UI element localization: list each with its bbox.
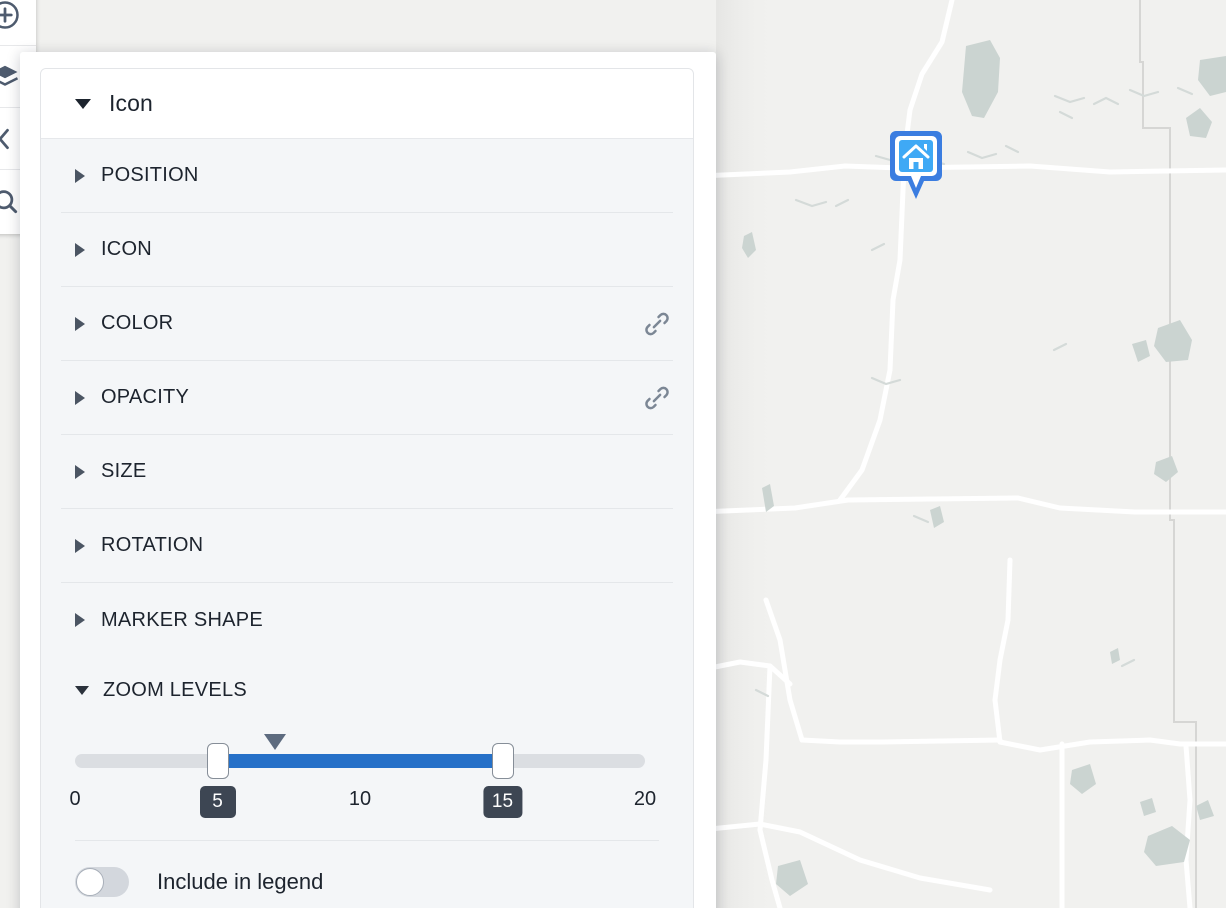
slider-value-max: 15 xyxy=(482,786,523,818)
slider-handle-max[interactable] xyxy=(491,743,514,779)
slider-handle-min[interactable] xyxy=(206,743,229,779)
chain-link-icon xyxy=(645,312,669,335)
map-editor-screen: Icon POSITION ICON COLOR OPACITY SIZE RO… xyxy=(0,0,1226,908)
zoom-levels-section: ZOOM LEVELS 5 15 0 10 20 xyxy=(61,657,673,841)
section-label: POSITION xyxy=(101,164,199,186)
caret-right-icon xyxy=(75,390,85,405)
icon-section-header[interactable]: Icon xyxy=(41,69,693,139)
axis-tick-label: 20 xyxy=(633,788,657,810)
include-in-legend-label: Include in legend xyxy=(157,869,324,894)
style-section-list: POSITION ICON COLOR OPACITY SIZE ROTATIO… xyxy=(41,139,693,897)
include-in-legend-toggle[interactable] xyxy=(75,867,129,897)
sidebar-item-icon[interactable]: ICON xyxy=(61,213,673,287)
page-title: Icon xyxy=(109,90,153,116)
sidebar-item-marker-shape[interactable]: MARKER SHAPE xyxy=(61,583,673,657)
caret-right-icon xyxy=(75,242,85,257)
caret-down-icon xyxy=(75,98,91,109)
sidebar-item-size[interactable]: SIZE xyxy=(61,435,673,509)
section-label: MARKER SHAPE xyxy=(101,608,263,631)
include-in-legend-row: Include in legend xyxy=(61,841,673,897)
current-zoom-marker xyxy=(263,734,286,750)
sidebar-item-opacity[interactable]: OPACITY xyxy=(61,361,673,435)
section-label: COLOR xyxy=(101,312,174,334)
link-data-button[interactable] xyxy=(642,309,672,339)
caret-right-icon xyxy=(75,538,85,553)
section-label: ZOOM LEVELS xyxy=(103,679,247,701)
caret-right-icon xyxy=(75,316,85,331)
caret-down-icon xyxy=(75,686,89,695)
caret-right-icon xyxy=(75,613,85,627)
axis-tick-label: 0 xyxy=(69,788,81,810)
sidebar-item-rotation[interactable]: ROTATION xyxy=(61,509,673,583)
slider-value-min: 5 xyxy=(199,786,236,818)
zoom-levels-header[interactable]: ZOOM LEVELS xyxy=(75,679,673,702)
sidebar-item-position[interactable]: POSITION xyxy=(61,139,673,213)
search-icon xyxy=(0,190,18,214)
zoom-range-slider[interactable]: 5 15 0 10 20 xyxy=(69,732,656,828)
caret-right-icon xyxy=(75,168,85,183)
link-data-button[interactable] xyxy=(642,383,672,413)
section-label: ICON xyxy=(101,238,152,260)
section-label: SIZE xyxy=(101,460,147,482)
chain-link-icon xyxy=(645,386,669,409)
axis-tick-label: 10 xyxy=(348,788,372,810)
add-button[interactable] xyxy=(0,0,36,46)
toggle-knob xyxy=(76,868,104,896)
caret-right-icon xyxy=(75,464,85,479)
layers-icon xyxy=(0,65,19,86)
collapse-icon xyxy=(0,128,9,149)
section-label: OPACITY xyxy=(101,386,190,408)
icon-style-editor-panel: Icon POSITION ICON COLOR OPACITY SIZE RO… xyxy=(20,52,716,908)
add-icon xyxy=(0,0,19,29)
slider-selected-range xyxy=(217,754,503,768)
sidebar-item-color[interactable]: COLOR xyxy=(61,287,673,361)
section-label: ROTATION xyxy=(101,534,204,556)
icon-style-card: Icon POSITION ICON COLOR OPACITY SIZE RO… xyxy=(40,68,694,908)
